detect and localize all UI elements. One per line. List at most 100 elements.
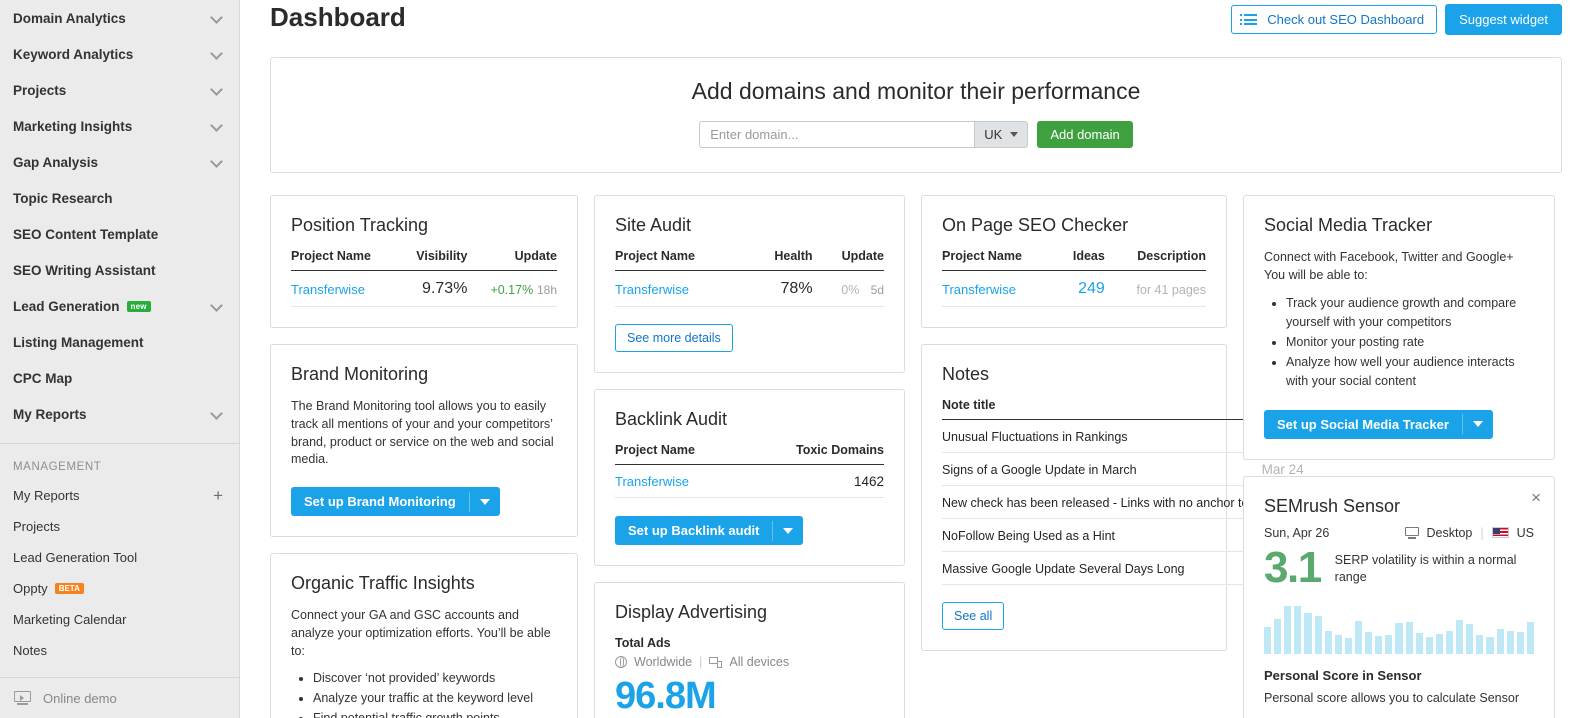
us-flag-icon xyxy=(1491,527,1509,538)
sidebar-item-label: Gap Analysis xyxy=(13,154,99,170)
top-actions: Check out SEO Dashboard Suggest widget xyxy=(1231,0,1562,35)
banner-form: UK Add domain xyxy=(271,121,1561,148)
set-up-backlink-audit-button[interactable]: Set up Backlink audit xyxy=(615,516,804,545)
widget-title: Social Media Tracker xyxy=(1264,215,1433,235)
widget-column-1: Position Tracking Project Name Visibilit… xyxy=(270,195,578,718)
button-label: Set up Backlink audit xyxy=(628,523,760,538)
table-row[interactable]: Transferwise 1462 xyxy=(615,464,884,498)
sidebar-item-lead-generation[interactable]: Lead Generation new xyxy=(0,288,239,324)
list-item: Analyze your traffic at the keyword leve… xyxy=(313,689,557,708)
sidebar-item-keyword-analytics[interactable]: Keyword Analytics xyxy=(0,36,239,72)
beta-badge: BETA xyxy=(54,583,84,594)
dropdown-toggle[interactable] xyxy=(1461,414,1493,434)
personal-score-text: Personal score allows you to calculate S… xyxy=(1264,691,1519,706)
top-bar: Dashboard Check out SEO Dashboard Sugges… xyxy=(240,0,1578,46)
plus-icon[interactable]: + xyxy=(213,487,223,504)
sidebar-item-label: Marketing Calendar xyxy=(13,612,127,627)
position-tracking-table: Project Name Visibility Update Transferw… xyxy=(291,249,557,307)
sidebar-item-cpc-map[interactable]: CPC Map xyxy=(0,360,239,396)
sidebar-item-label: My Reports xyxy=(13,406,87,422)
sidebar-item-label: CPC Map xyxy=(13,370,73,386)
chart-bar xyxy=(1264,627,1272,655)
sidebar-item-seo-writing-assistant[interactable]: SEO Writing Assistant xyxy=(0,252,239,288)
chevron-down-icon xyxy=(211,408,223,420)
table-row[interactable]: Transferwise 78% 0% 5d xyxy=(615,270,884,307)
sidebar-item-projects[interactable]: Projects xyxy=(0,72,239,108)
see-more-details-button[interactable]: See more details xyxy=(615,324,733,352)
sidebar-item-lead-generation-tool[interactable]: Lead Generation Tool xyxy=(0,542,239,573)
banner-title: Add domains and monitor their performanc… xyxy=(691,78,1141,104)
note-title: NoFollow Being Used as a Hint xyxy=(942,518,1262,552)
chart-bar xyxy=(1395,623,1403,655)
dropdown-toggle[interactable] xyxy=(772,520,803,541)
sidebar-item-label: Projects xyxy=(13,519,60,534)
dropdown-toggle[interactable] xyxy=(468,491,500,512)
sidebar-item-management-my-reports[interactable]: My Reports + xyxy=(0,480,239,511)
chart-bar xyxy=(1365,631,1373,655)
chart-bar xyxy=(1274,618,1282,655)
chevron-down-icon xyxy=(211,12,223,24)
sidebar-item-gap-analysis[interactable]: Gap Analysis xyxy=(0,144,239,180)
project-link[interactable]: Transferwise xyxy=(942,282,1016,297)
sidebar-item-management-projects[interactable]: Projects xyxy=(0,511,239,542)
sidebar-item-oppty[interactable]: Oppty BETA xyxy=(0,573,239,604)
backlink-audit-widget: Backlink Audit Project Name Toxic Domain… xyxy=(594,389,905,566)
table-row[interactable]: Transferwise 9.73% +0.17% 18h xyxy=(291,270,557,307)
set-up-brand-monitoring-button[interactable]: Set up Brand Monitoring xyxy=(291,487,500,516)
on-page-seo-table: Project Name Ideas Description Transferw… xyxy=(942,249,1206,307)
list-item: Monitor your posting rate xyxy=(1286,333,1534,352)
sidebar-item-notes[interactable]: Notes xyxy=(0,635,239,666)
widget-title: SEMrush Sensor xyxy=(1264,495,1401,516)
add-domain-banner: Add domains and monitor their performanc… xyxy=(270,57,1562,173)
sidebar-item-seo-content-template[interactable]: SEO Content Template xyxy=(0,216,239,252)
organic-traffic-insights-widget: Organic Traffic Insights Connect your GA… xyxy=(270,553,578,718)
suggest-widget-button[interactable]: Suggest widget xyxy=(1445,4,1562,35)
sidebar-item-marketing-insights[interactable]: Marketing Insights xyxy=(0,108,239,144)
update-value: 18h xyxy=(536,282,557,297)
chevron-down-icon xyxy=(211,120,223,132)
sidebar-item-label: Projects xyxy=(13,82,67,98)
add-domain-button[interactable]: Add domain xyxy=(1037,121,1133,148)
devices-icon xyxy=(709,656,723,668)
chart-bar xyxy=(1486,636,1494,655)
widget-column-3: On Page SEO Checker Project Name Ideas D… xyxy=(921,195,1304,651)
sidebar: Domain Analytics Keyword Analytics Proje… xyxy=(0,0,240,718)
chevron-down-icon xyxy=(1472,421,1483,427)
online-demo-link[interactable]: Online demo xyxy=(0,677,239,718)
sidebar-item-label: Domain Analytics xyxy=(13,10,126,26)
domain-input[interactable] xyxy=(699,121,975,148)
close-icon[interactable]: × xyxy=(1531,489,1541,506)
chart-bar xyxy=(1334,634,1342,655)
sidebar-item-marketing-calendar[interactable]: Marketing Calendar xyxy=(0,604,239,635)
list-item: Find potential traffic growth points xyxy=(313,709,557,718)
visibility-delta: +0.17% xyxy=(490,282,534,297)
total-ads-value: 96.8M xyxy=(615,675,717,717)
list-item: Discover ‘not provided’ keywords xyxy=(313,669,557,688)
sensor-device[interactable]: Desktop xyxy=(1427,526,1473,540)
column-header-ideas: Ideas xyxy=(1058,249,1105,271)
sensor-country[interactable]: US xyxy=(1517,526,1534,540)
country-select[interactable]: UK xyxy=(974,121,1029,148)
sidebar-item-listing-management[interactable]: Listing Management xyxy=(0,324,239,360)
globe-icon xyxy=(615,655,627,668)
sidebar-item-topic-research[interactable]: Topic Research xyxy=(0,180,239,216)
table-row[interactable]: Transferwise 249 for 41 pages xyxy=(942,270,1207,307)
project-link[interactable]: Transferwise xyxy=(615,474,689,489)
widget-title: Display Advertising xyxy=(615,602,768,622)
sidebar-item-my-reports[interactable]: My Reports xyxy=(0,396,239,432)
column-header-project-name: Project Name xyxy=(615,249,749,271)
see-all-button[interactable]: See all xyxy=(942,602,1005,630)
set-up-social-media-tracker-button[interactable]: Set up Social Media Tracker xyxy=(1264,409,1493,439)
project-link[interactable]: Transferwise xyxy=(615,282,689,297)
check-out-seo-dashboard-button[interactable]: Check out SEO Dashboard xyxy=(1231,5,1438,34)
note-title: Unusual Fluctuations in Rankings xyxy=(942,419,1262,453)
sensor-score: 3.1 xyxy=(1264,542,1322,592)
widget-title: Organic Traffic Insights xyxy=(291,573,475,593)
visibility-value: 9.73% xyxy=(422,280,468,297)
site-audit-table: Project Name Health Update Transferwise … xyxy=(615,249,884,307)
description-value: for 41 pages xyxy=(1136,282,1207,297)
sidebar-item-domain-analytics[interactable]: Domain Analytics xyxy=(0,0,239,36)
project-link[interactable]: Transferwise xyxy=(291,282,365,297)
list-item: Analyze how well your audience interacts… xyxy=(1286,353,1534,391)
sensor-meta: Sun, Apr 26 Desktop | US xyxy=(1264,526,1534,540)
